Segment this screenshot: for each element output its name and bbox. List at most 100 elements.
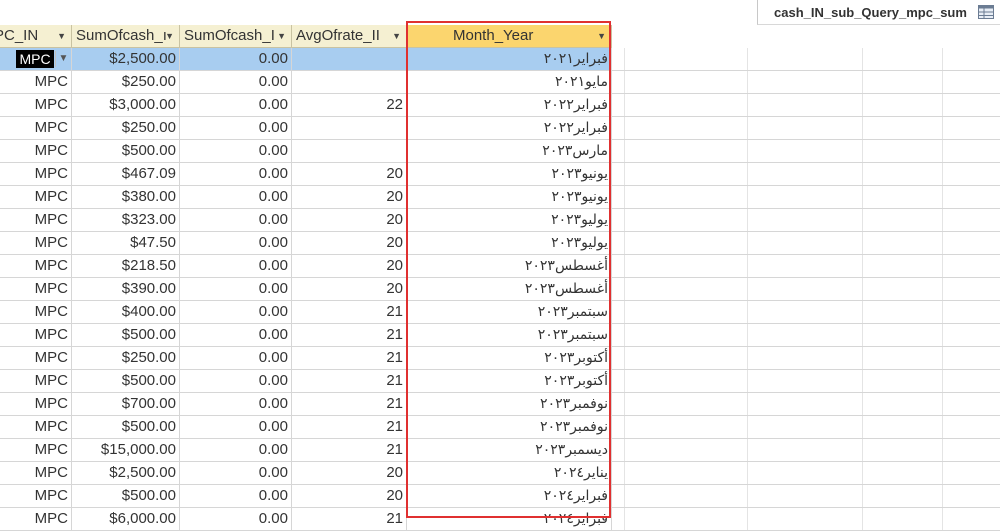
- table-cell[interactable]: $218.50: [72, 255, 180, 278]
- table-cell[interactable]: يوليو٢٠٢٣: [407, 232, 612, 255]
- chevron-down-icon[interactable]: ▼: [392, 25, 401, 47]
- table-cell[interactable]: $250.00: [72, 117, 180, 140]
- table-cell[interactable]: 21: [292, 301, 407, 324]
- table-cell[interactable]: MPC: [0, 393, 72, 416]
- table-cell[interactable]: 0.00: [180, 439, 292, 462]
- chevron-down-icon[interactable]: ▼: [597, 25, 606, 47]
- table-row[interactable]: MPC $250.00 0.00 فبراير٢٠٢٢: [0, 117, 1000, 140]
- table-cell[interactable]: 21: [292, 324, 407, 347]
- table-cell[interactable]: 20: [292, 163, 407, 186]
- table-cell[interactable]: 0.00: [180, 209, 292, 232]
- table-cell[interactable]: 0.00: [180, 163, 292, 186]
- table-cell[interactable]: 0.00: [180, 48, 292, 71]
- table-row[interactable]: MPC $47.50 0.00 20 يوليو٢٠٢٣: [0, 232, 1000, 255]
- table-cell[interactable]: [292, 140, 407, 163]
- table-cell[interactable]: MPC: [0, 347, 72, 370]
- table-cell[interactable]: MPC: [0, 462, 72, 485]
- table-cell[interactable]: 0.00: [180, 71, 292, 94]
- table-cell[interactable]: MPC: [0, 117, 72, 140]
- table-cell[interactable]: MPC: [0, 324, 72, 347]
- table-row[interactable]: MPC $2,500.00 0.00 20 يناير٢٠٢٤: [0, 462, 1000, 485]
- table-cell[interactable]: 21: [292, 439, 407, 462]
- table-row[interactable]: MPC $250.00 0.00 مايو٢٠٢١: [0, 71, 1000, 94]
- table-cell[interactable]: 0.00: [180, 278, 292, 301]
- table-cell[interactable]: أكتوبر٢٠٢٣: [407, 347, 612, 370]
- table-cell[interactable]: $323.00: [72, 209, 180, 232]
- table-cell[interactable]: $500.00: [72, 416, 180, 439]
- table-cell[interactable]: $500.00: [72, 324, 180, 347]
- table-cell[interactable]: MPC: [0, 508, 72, 531]
- table-cell[interactable]: 20: [292, 462, 407, 485]
- table-row[interactable]: MPC $390.00 0.00 20 أغسطس٢٠٢٣: [0, 278, 1000, 301]
- table-cell[interactable]: 0.00: [180, 301, 292, 324]
- table-cell[interactable]: نوفمبر٢٠٢٣: [407, 393, 612, 416]
- table-cell[interactable]: [292, 48, 407, 71]
- table-cell[interactable]: 0.00: [180, 232, 292, 255]
- table-row[interactable]: MPC $6,000.00 0.00 21 فبراير٢٠٢٤: [0, 508, 1000, 531]
- table-cell[interactable]: 20: [292, 278, 407, 301]
- table-cell[interactable]: سبتمبر٢٠٢٣: [407, 324, 612, 347]
- table-cell[interactable]: فبراير٢٠٢٢: [407, 94, 612, 117]
- table-cell[interactable]: 20: [292, 232, 407, 255]
- chevron-down-icon[interactable]: ▼: [55, 51, 71, 67]
- table-cell[interactable]: $500.00: [72, 485, 180, 508]
- table-row[interactable]: MPC $323.00 0.00 20 يوليو٢٠٢٣: [0, 209, 1000, 232]
- table-cell[interactable]: $467.09: [72, 163, 180, 186]
- table-cell[interactable]: فبراير٢٠٢٢: [407, 117, 612, 140]
- table-cell[interactable]: $500.00: [72, 370, 180, 393]
- table-cell[interactable]: 0.00: [180, 94, 292, 117]
- table-cell[interactable]: 21: [292, 508, 407, 531]
- table-cell[interactable]: 0.00: [180, 255, 292, 278]
- table-cell[interactable]: 0.00: [180, 370, 292, 393]
- table-row[interactable]: MPC $500.00 0.00 20 فبراير٢٠٢٤: [0, 485, 1000, 508]
- table-cell[interactable]: 0.00: [180, 508, 292, 531]
- table-cell[interactable]: MPC: [0, 186, 72, 209]
- table-row[interactable]: MPC $400.00 0.00 21 سبتمبر٢٠٢٣: [0, 301, 1000, 324]
- table-cell[interactable]: MPC: [0, 71, 72, 94]
- table-row[interactable]: MPC $500.00 0.00 21 نوفمبر٢٠٢٣: [0, 416, 1000, 439]
- table-cell[interactable]: فبراير٢٠٢١: [407, 48, 612, 71]
- chevron-down-icon[interactable]: ▼: [57, 25, 66, 47]
- table-cell[interactable]: 21: [292, 416, 407, 439]
- table-cell[interactable]: MPC: [0, 278, 72, 301]
- table-cell[interactable]: 21: [292, 393, 407, 416]
- table-cell[interactable]: 20: [292, 186, 407, 209]
- table-cell[interactable]: $400.00: [72, 301, 180, 324]
- table-cell[interactable]: MPC: [0, 209, 72, 232]
- table-cell[interactable]: 21: [292, 347, 407, 370]
- table-cell[interactable]: ديسمبر٢٠٢٣: [407, 439, 612, 462]
- table-cell[interactable]: $390.00: [72, 278, 180, 301]
- column-header-avgofrate[interactable]: AvgOfrate_II ▼: [292, 25, 407, 48]
- table-cell[interactable]: نوفمبر٢٠٢٣: [407, 416, 612, 439]
- table-row[interactable]: MPC $467.09 0.00 20 يونيو٢٠٢٣: [0, 163, 1000, 186]
- chevron-down-icon[interactable]: ▼: [277, 25, 286, 47]
- table-cell[interactable]: 0.00: [180, 393, 292, 416]
- table-cell[interactable]: 20: [292, 485, 407, 508]
- table-row[interactable]: MPC $218.50 0.00 20 أغسطس٢٠٢٣: [0, 255, 1000, 278]
- table-cell[interactable]: MPC: [0, 94, 72, 117]
- table-row[interactable]: MPC $500.00 0.00 21 سبتمبر٢٠٢٣: [0, 324, 1000, 347]
- table-cell[interactable]: 0.00: [180, 462, 292, 485]
- table-cell[interactable]: أغسطس٢٠٢٣: [407, 255, 612, 278]
- table-cell[interactable]: $15,000.00: [72, 439, 180, 462]
- table-cell[interactable]: 0.00: [180, 117, 292, 140]
- table-cell[interactable]: 20: [292, 255, 407, 278]
- table-row[interactable]: MPC ▼ $2,500.00 0.00 فبراير٢٠٢١: [0, 48, 1000, 71]
- table-cell[interactable]: 21: [292, 370, 407, 393]
- object-tab[interactable]: cash_IN_sub_Query_mpc_sum: [757, 0, 1000, 25]
- table-cell[interactable]: $250.00: [72, 71, 180, 94]
- table-row[interactable]: MPC $3,000.00 0.00 22 فبراير٢٠٢٢: [0, 94, 1000, 117]
- table-cell[interactable]: MPC: [0, 439, 72, 462]
- column-header-month-year[interactable]: Month_Year ▼: [407, 25, 612, 48]
- table-row[interactable]: MPC $700.00 0.00 21 نوفمبر٢٠٢٣: [0, 393, 1000, 416]
- table-cell[interactable]: MPC: [0, 416, 72, 439]
- table-cell[interactable]: $2,500.00: [72, 462, 180, 485]
- table-cell[interactable]: 0.00: [180, 347, 292, 370]
- table-row[interactable]: MPC $250.00 0.00 21 أكتوبر٢٠٢٣: [0, 347, 1000, 370]
- table-cell[interactable]: MPC: [0, 255, 72, 278]
- table-cell[interactable]: $700.00: [72, 393, 180, 416]
- table-cell[interactable]: 0.00: [180, 324, 292, 347]
- table-cell[interactable]: $6,000.00: [72, 508, 180, 531]
- table-cell[interactable]: $250.00: [72, 347, 180, 370]
- table-cell[interactable]: $380.00: [72, 186, 180, 209]
